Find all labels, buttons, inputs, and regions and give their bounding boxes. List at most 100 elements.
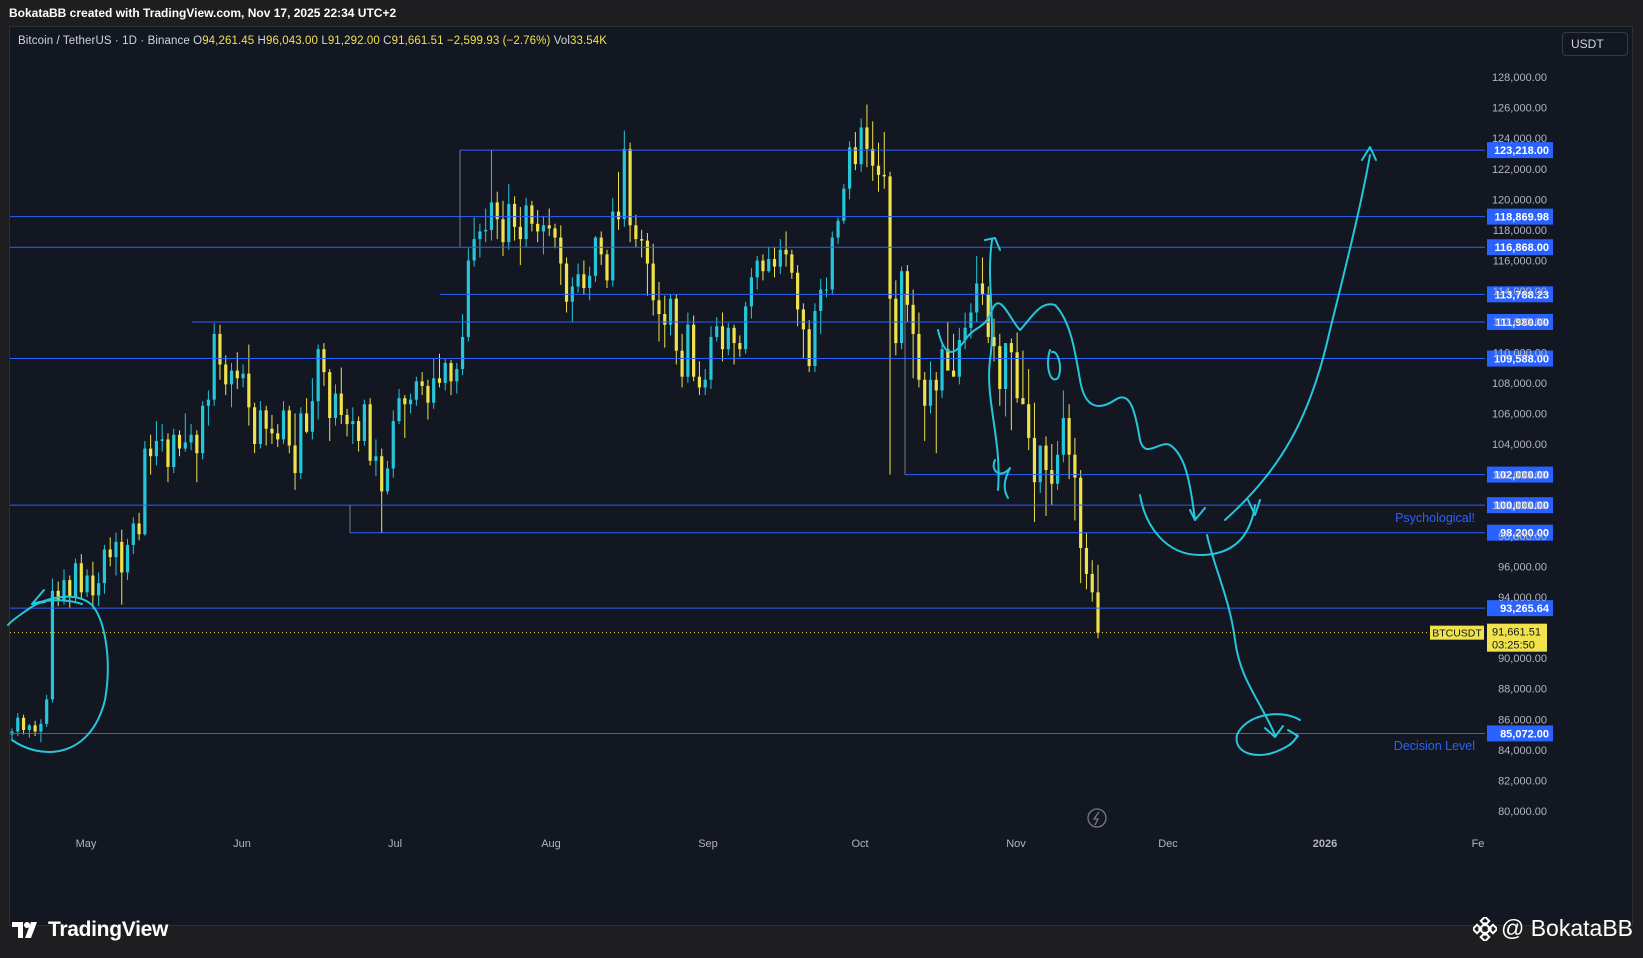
countdown-label: 03:25:50 (1492, 640, 1535, 652)
tradingview-logo[interactable]: TradingView (12, 918, 168, 942)
author-handle-text: @ BokataBB (1500, 915, 1633, 941)
candle-body (125, 544, 130, 573)
price-tick-label: 100,000.00 (1492, 500, 1547, 512)
candle-body (33, 725, 37, 732)
price-tick-label: 90,000.00 (1498, 653, 1547, 665)
candle-body (108, 549, 112, 558)
drawing-small-loop (1047, 349, 1062, 381)
candle-body (206, 399, 211, 406)
candle-body (680, 350, 684, 377)
candle-body (686, 324, 690, 377)
candle-body (628, 148, 632, 226)
candle-body (460, 336, 465, 370)
candle-body (264, 410, 268, 429)
candle-body (512, 203, 517, 227)
candle-body (657, 300, 661, 315)
price-chart[interactable]: 123,218.00118,869.98116,868.00113,788.23… (0, 0, 1643, 958)
candle-body (241, 373, 245, 379)
candle-body (697, 376, 702, 388)
candle-body (437, 378, 442, 383)
candle-body (426, 385, 430, 403)
price-tick-label: 114,000.00 (1493, 286, 1547, 298)
price-axis[interactable]: 80,000.00 82,000.00 84,000.00 86,000.00 88,0… (1492, 72, 1547, 818)
price-tick-label: 118,000.00 (1493, 225, 1547, 237)
candle-body (345, 414, 349, 425)
price-tick-label: 124,000.00 (1492, 133, 1547, 145)
candle-body (137, 523, 141, 535)
candle-body (449, 362, 453, 382)
candle-body (593, 237, 598, 276)
candle-body (969, 312, 973, 328)
time-tick-label: 2026 (1313, 838, 1337, 850)
candle-body (380, 456, 384, 492)
candle-body (258, 410, 262, 444)
price-tick-label: 126,000.00 (1492, 103, 1547, 115)
legend-open-label: O (193, 35, 203, 47)
time-axis[interactable]: May Jun Jul Aug Sep Oct Nov Dec 2026 Fe (76, 838, 1485, 850)
candle-body (322, 349, 326, 373)
drawing-up-arrow (1224, 154, 1371, 521)
candle-body (478, 231, 482, 240)
price-tick-label: 116,000.00 (1493, 256, 1547, 268)
candle-body (564, 263, 569, 302)
candle-body (715, 326, 719, 337)
candle-body (518, 226, 522, 240)
candle-body (882, 174, 886, 177)
candle-body (201, 405, 205, 454)
candle-body (310, 401, 314, 432)
candle-body (905, 271, 909, 305)
candle-body (813, 310, 817, 367)
candle-body (27, 725, 31, 730)
time-tick-label: Aug (541, 838, 561, 850)
candle-body (218, 333, 222, 365)
candle-body (830, 237, 834, 290)
candle-body (1079, 477, 1083, 548)
candle-body (172, 434, 176, 467)
time-tick-label: May (76, 838, 97, 850)
price-tick-label: 122,000.00 (1492, 164, 1547, 176)
drawing-down-arrow (1206, 534, 1276, 736)
replay-icon[interactable] (1087, 808, 1107, 828)
price-tick-label: 128,000.00 (1492, 72, 1547, 84)
candle-body (351, 421, 355, 425)
candle-body (154, 440, 159, 457)
legend-high-label: H (257, 35, 266, 47)
candle-body (397, 398, 401, 422)
candle-body (640, 239, 644, 241)
candle-body (524, 205, 528, 240)
candle-body (149, 448, 153, 457)
candle-body (385, 468, 390, 492)
candle-body (328, 372, 332, 419)
candle-body (270, 428, 274, 434)
level-price-label: 123,218.00 (1494, 145, 1549, 157)
price-tick-label: 96,000.00 (1498, 561, 1547, 573)
legend-symbol[interactable]: Bitcoin / TetherUS · 1D · Binance (18, 35, 190, 47)
candle-body (622, 148, 626, 220)
candle-body (484, 229, 488, 232)
time-tick-label: Jun (233, 838, 251, 850)
current-price-tag: BTCUSDT 91,661.51 03:25:50 (1430, 623, 1547, 652)
candle-body (1027, 404, 1031, 438)
level-price-label: 116,868.00 (1495, 242, 1549, 254)
candle-body (559, 237, 563, 264)
candle-body (1061, 418, 1065, 455)
candle-body (391, 421, 395, 469)
candle-body (876, 165, 881, 175)
candle-body (726, 327, 730, 350)
price-tick-label: 88,000.00 (1498, 684, 1547, 696)
candle-body (1003, 343, 1008, 389)
candle-body (674, 298, 678, 351)
candle-body (45, 699, 49, 724)
currency-selector[interactable]: USDT (1562, 32, 1628, 56)
candle-body (588, 275, 592, 289)
candle-body (166, 439, 170, 467)
candle-body (888, 176, 892, 299)
candle-body (1009, 343, 1013, 353)
price-tick-label: 108,000.00 (1492, 378, 1547, 390)
candle-body (767, 258, 771, 272)
candle-body (224, 364, 228, 385)
level-price-label: 85,072.00 (1500, 728, 1549, 740)
candle-body (1090, 573, 1094, 593)
candle-body (79, 563, 83, 593)
candle-body (848, 147, 852, 189)
